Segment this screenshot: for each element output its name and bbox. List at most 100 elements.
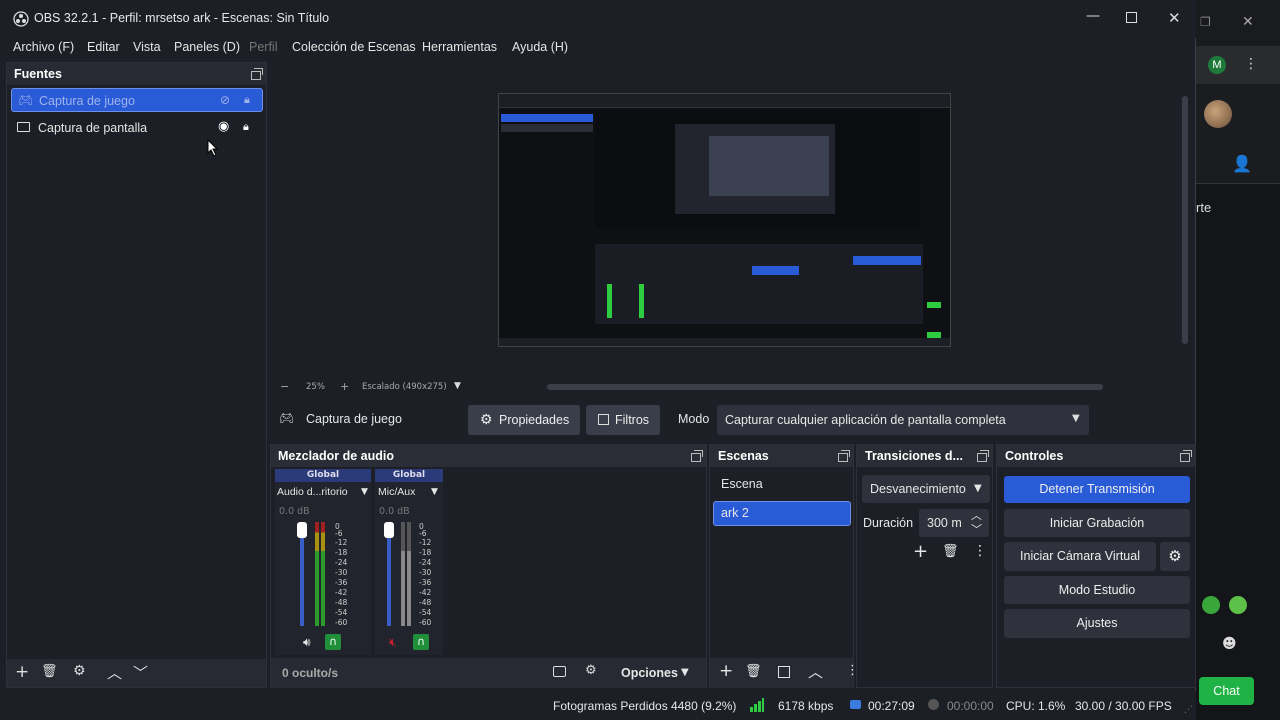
chevron-down-icon: ▼ — [1072, 413, 1080, 424]
eye-icon[interactable]: ◉ — [218, 119, 229, 134]
zoom-level: 25% — [306, 382, 325, 392]
stop-stream-button[interactable]: Detener Transmisión — [1004, 476, 1190, 503]
settings-button[interactable]: Ajustes — [1004, 609, 1190, 638]
studio-mode-button[interactable]: Modo Estudio — [1004, 576, 1190, 604]
lock-icon[interactable]: 🔒︎ — [243, 120, 249, 134]
undock-icon[interactable] — [838, 450, 850, 462]
undock-icon[interactable] — [251, 68, 263, 80]
restore-icon[interactable]: ❐ — [1200, 15, 1211, 29]
layout-icon[interactable] — [553, 666, 566, 677]
undock-icon[interactable] — [691, 450, 703, 462]
trash-icon[interactable]: 🗑︎ — [41, 664, 58, 679]
chevron-down-icon[interactable]: ﹀ — [133, 662, 148, 683]
minimize-icon[interactable]: — — [1086, 8, 1100, 24]
menu-herramientas[interactable]: Herramientas — [422, 40, 497, 54]
sources-title: Fuentes — [14, 67, 62, 81]
mode-value: Capturar cualquier aplicación de pantall… — [725, 413, 1006, 427]
maximize-icon[interactable] — [1126, 12, 1137, 23]
obs-window: OBS 32.2.1 - Perfil: mrsetso ark - Escen… — [0, 0, 1196, 720]
menu-perfil[interactable]: Perfil — [249, 40, 277, 54]
menu-ayuda[interactable]: Ayuda (H) — [512, 40, 568, 54]
volume-slider-handle[interactable] — [297, 522, 307, 538]
browser-toolbar: M ⋮ — [1196, 46, 1280, 84]
menu-vista[interactable]: Vista — [133, 40, 161, 54]
zoom-out-icon[interactable]: − — [280, 380, 289, 393]
eye-hidden-icon[interactable]: ⊘ — [220, 93, 230, 107]
channel-menu-icon[interactable]: ▼ — [361, 487, 368, 497]
sources-dock: Fuentes 🎮︎ Captura de juego ⊘ 🔒︎ Captura… — [6, 62, 267, 688]
add-friend-icon[interactable]: 👤 — [1232, 154, 1252, 173]
virtual-camera-gear-icon[interactable]: ⚙ — [1160, 542, 1190, 571]
close-icon[interactable]: ✕ — [1242, 14, 1254, 30]
zoom-in-icon[interactable]: + — [340, 380, 349, 393]
scenes-dock: Escenas Escena ark 2 + 🗑︎ ︿ ⋮ — [709, 444, 859, 688]
chat-button[interactable]: Chat — [1199, 677, 1254, 705]
scene-item[interactable]: Escena — [713, 473, 851, 497]
mixer-channel-mic: Global Mic/Aux ▼ 0.0 dB 🔇︎ ∩ — [375, 469, 443, 655]
menu-paneles[interactable]: Paneles (D) — [174, 40, 240, 54]
undock-icon[interactable] — [1180, 450, 1192, 462]
chevron-up-icon[interactable]: ︿ — [107, 662, 122, 683]
menu-coleccion[interactable]: Colección de Escenas — [292, 40, 416, 54]
mixer-footer: 0 oculto/s ⚙ Opciones ▼ — [271, 658, 706, 688]
menu-editar[interactable]: Editar — [87, 40, 120, 54]
filters-button[interactable]: Filtros — [586, 405, 660, 435]
scene-item-selected[interactable]: ark 2 — [713, 501, 851, 526]
source-item-game-capture[interactable]: 🎮︎ Captura de juego ⊘ 🔒︎ — [11, 88, 263, 112]
trash-icon[interactable]: 🗑︎ — [745, 664, 762, 679]
transitions-title: Transiciones d... — [865, 449, 963, 463]
options-button[interactable]: Opciones — [621, 666, 678, 680]
gear-icon: ⚙ — [480, 411, 493, 427]
properties-button[interactable]: ⚙ Propiedades — [468, 405, 580, 435]
chevron-down-icon: ▼ — [974, 483, 982, 494]
mode-select[interactable]: Capturar cualquier aplicación de pantall… — [717, 405, 1089, 435]
gear-icon[interactable]: ⚙ — [73, 663, 86, 679]
menu-bar: Archivo (F) Editar Vista Paneles (D) Per… — [0, 38, 1196, 60]
controls-dock: Controles Detener Transmisión Iniciar Gr… — [996, 444, 1196, 688]
filters-label: Filtros — [615, 413, 650, 427]
resize-grip-icon[interactable]: ⋰ — [1184, 705, 1193, 715]
horizontal-scrollbar[interactable] — [547, 384, 1103, 390]
status-bar: Fotogramas Perdidos 4480 (9.2%) 6178 kbp… — [0, 691, 1196, 720]
vertical-scrollbar[interactable] — [1182, 96, 1188, 344]
add-icon[interactable]: + — [913, 541, 928, 562]
record-indicator-icon — [928, 699, 939, 710]
channel-db: 0.0 dB — [279, 506, 310, 517]
monitor-headphones-icon[interactable]: ∩ — [413, 634, 429, 650]
menu-dots-icon[interactable]: ⋮ — [973, 543, 987, 559]
add-icon[interactable]: + — [15, 662, 29, 682]
volume-slider[interactable] — [387, 524, 391, 626]
cpu-usage: CPU: 1.6% — [1006, 699, 1066, 713]
source-item-screen-capture[interactable]: Captura de pantalla ◉ 🔒︎ — [11, 116, 263, 140]
preview-canvas[interactable] — [498, 93, 951, 347]
duration-spinbox[interactable]: 300 m ︿ ﹀ — [919, 509, 989, 537]
avatar[interactable]: M — [1208, 56, 1226, 74]
volume-slider-handle[interactable] — [384, 522, 394, 538]
spin-down-icon[interactable]: ﹀ — [971, 521, 982, 537]
menu-dots-icon[interactable]: ⋮ — [1244, 56, 1258, 72]
emote-icon — [1229, 596, 1247, 614]
monitor-icon — [17, 122, 30, 132]
speaker-icon[interactable]: 🔊︎ — [303, 635, 311, 650]
stream-time: 00:27:09 — [868, 699, 915, 713]
undock-icon[interactable] — [977, 450, 989, 462]
start-recording-button[interactable]: Iniciar Grabación — [1004, 509, 1190, 537]
speaker-muted-icon[interactable]: 🔇︎ — [389, 635, 397, 650]
chevron-up-icon[interactable]: ︿ — [808, 661, 823, 682]
advanced-audio-icon[interactable]: ⚙ — [585, 663, 597, 678]
channel-menu-icon[interactable]: ▼ — [431, 487, 438, 497]
lock-icon[interactable]: 🔒︎ — [244, 93, 250, 107]
trash-icon[interactable]: 🗑︎ — [942, 544, 959, 559]
transition-select[interactable]: Desvanecimiento ▼ — [862, 475, 990, 503]
add-icon[interactable]: + — [719, 661, 733, 681]
menu-archivo[interactable]: Archivo (F) — [13, 40, 74, 54]
chevron-down-icon[interactable]: ▼ — [681, 667, 689, 678]
close-window-icon[interactable]: ✕ — [1168, 9, 1181, 27]
volume-slider[interactable] — [300, 524, 304, 626]
filter-icon[interactable] — [778, 666, 790, 678]
scale-dropdown-icon[interactable]: ▼ — [454, 381, 461, 391]
start-virtual-camera-button[interactable]: Iniciar Cámara Virtual — [1004, 542, 1156, 571]
profile-picture-icon[interactable] — [1204, 100, 1232, 128]
mode-label: Modo — [678, 412, 710, 426]
emoji-icon[interactable]: ☻ — [1222, 636, 1237, 652]
